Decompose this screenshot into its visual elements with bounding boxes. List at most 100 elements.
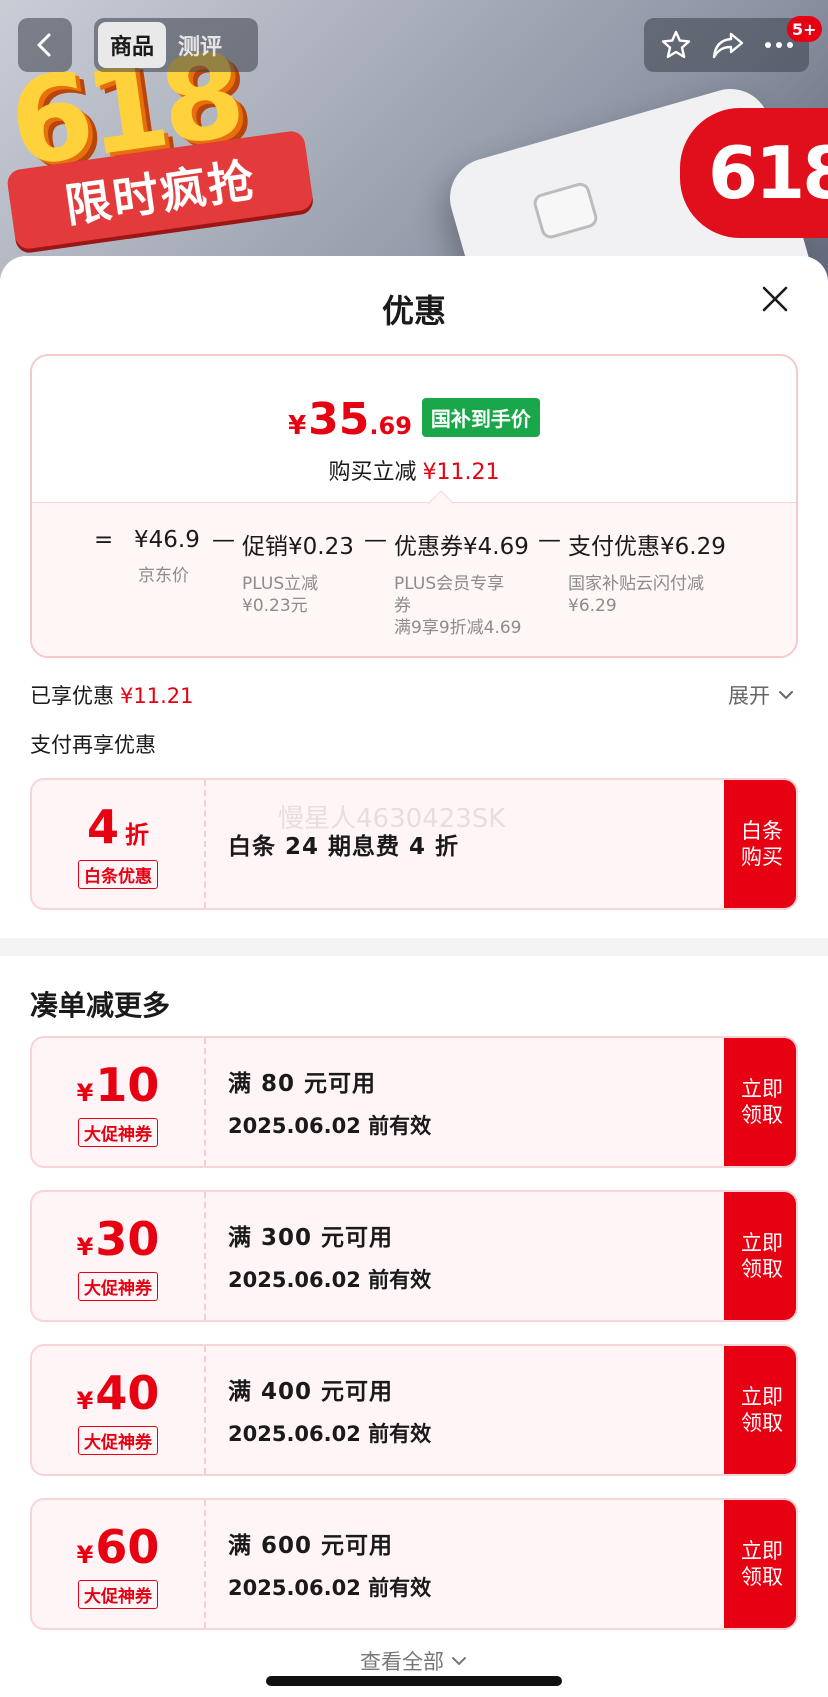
coupon-value: ¥60 大促神券 [32,1500,204,1628]
section-divider [0,938,828,956]
baitiao-buy-button[interactable]: 白条购买 [724,780,796,908]
more-discount-title: 凑单减更多 [30,989,171,1022]
back-button[interactable] [18,18,72,72]
view-all-label: 查看全部 [360,1650,444,1674]
top-toolbar [644,18,809,72]
final-price: ¥ 35 .69 国补到手价 [32,394,796,445]
coupon-divider [204,780,206,908]
formula-item: 促销¥0.23 PLUS立减 ¥0.23元 [242,527,354,617]
price-formula-area: = ¥46.9 京东价 — 促销¥0.23 PLUS立减 ¥0.23元 — 优惠… [32,502,796,656]
reduction-label: 购买立减 [328,460,417,485]
view-all-button[interactable]: 查看全部 [0,1646,828,1676]
claim-coupon-button[interactable]: 立即领取 [724,1192,796,1320]
coupon-detail: 满 600 元可用 2025.06.02 前有效 [228,1500,431,1628]
coupon-value: ¥30 大促神券 [32,1192,204,1320]
formula-value: 支付优惠¥6.29 [568,534,726,560]
coupon-detail: 满 80 元可用 2025.06.02 前有效 [228,1038,431,1166]
coupon-divider [204,1192,206,1320]
coupon-divider [204,1500,206,1628]
coupon-card: ¥10 大促神券 满 80 元可用 2025.06.02 前有效 立即领取 [30,1036,798,1168]
coupon-unit: 折 [125,820,149,849]
tab-product[interactable]: 商品 [98,22,167,68]
formula-desc: ¥6.29 [568,596,617,616]
coupon-label: 大促神券 [78,1579,158,1609]
coupon-label: 大促神券 [78,1271,158,1301]
coupon-value: 4折 白条优惠 [32,780,204,908]
enjoyed-value: ¥11.21 [120,684,194,708]
coupon-label: 白条优惠 [78,859,158,889]
formula-desc: 满9享9折减4.69 [394,618,522,638]
formula-desc: 京东价 [138,566,189,586]
final-price-area: ¥ 35 .69 国补到手价 购买立减 ¥11.21 [32,356,796,502]
price-currency: ¥ [288,411,307,441]
coupon-condition: 满 300 元可用 [228,1225,394,1251]
coupon-currency: ¥ [76,1232,94,1261]
watermark: 慢星人4630423SK [278,804,506,834]
product-hero-image: 618 限时疯抢 618 商品 测评 5+ [0,0,828,300]
close-icon[interactable] [758,282,792,316]
star-icon[interactable] [660,29,692,61]
coupon-validity: 2025.06.02 前有效 [228,1114,432,1138]
sheet-title: 优惠 [381,292,446,330]
formula-value: ¥46.9 [134,527,200,553]
product-tabs: 商品 测评 [94,18,258,72]
coupon-amount: 40 [95,1365,160,1420]
formula-item: ¥46.9 京东价 [134,527,200,587]
coupon-currency: ¥ [76,1540,94,1569]
coupon-amount: 60 [95,1519,160,1574]
coupon-detail: 满 300 元可用 2025.06.02 前有效 [228,1192,431,1320]
claim-coupon-button[interactable]: 立即领取 [724,1346,796,1474]
formula-equals: = [94,527,114,553]
coupon-card: ¥30 大促神券 满 300 元可用 2025.06.02 前有效 立即领取 [30,1190,798,1322]
coupon-value: ¥40 大促神券 [32,1346,204,1474]
formula-desc: 券 [394,596,411,616]
formula-desc: PLUS会员专享 [394,574,505,594]
formula-desc: PLUS立减 [242,574,319,594]
reduction-value: ¥11.21 [422,460,500,485]
purchase-reduction: 购买立减 ¥11.21 [32,454,796,486]
expand-label: 展开 [728,684,770,708]
more-icon[interactable] [764,41,794,49]
product-button-shape [531,180,600,241]
coupon-currency: ¥ [76,1078,94,1107]
chevron-down-icon [779,691,793,700]
formula-desc: 国家补贴云闪付减 [568,574,704,594]
home-indicator[interactable] [266,1676,562,1686]
coupon-currency: ¥ [76,1386,94,1415]
formula-minus: — [364,527,387,553]
discount-sheet: 优惠 ¥ 35 .69 国补到手价 购买立减 ¥11.21 = ¥46.9 京东价 [0,256,828,1697]
coupon-value: ¥10 大促神券 [32,1038,204,1166]
coupon-card: ¥40 大促神券 满 400 元可用 2025.06.02 前有效 立即领取 [30,1344,798,1476]
formula-item: 优惠券¥4.69 PLUS会员专享 券 满9享9折减4.69 [394,527,529,639]
price-integer: 35 [308,394,370,445]
coupon-condition: 满 80 元可用 [228,1071,377,1097]
formula-value: 优惠券¥4.69 [394,534,529,560]
formula-value: 促销¥0.23 [242,534,354,560]
coupon-condition: 满 600 元可用 [228,1533,394,1559]
coupon-detail: 满 400 元可用 2025.06.02 前有效 [228,1346,431,1474]
coupon-divider [204,1346,206,1474]
coupon-divider [204,1038,206,1166]
price-decimal: .69 [369,412,412,440]
coupon-card: ¥60 大促神券 满 600 元可用 2025.06.02 前有效 立即领取 [30,1498,798,1630]
subsidy-price-tag: 国补到手价 [421,398,540,437]
enjoyed-discount: 已享优惠 ¥11.21 [30,680,193,710]
coupon-validity: 2025.06.02 前有效 [228,1576,432,1600]
coupon-validity: 2025.06.02 前有效 [228,1422,432,1446]
promo-corner-badge: 618 [680,108,828,238]
coupon-label: 大促神券 [78,1117,158,1147]
coupon-amount: 30 [95,1211,160,1266]
back-icon [37,33,51,57]
tab-review[interactable]: 测评 [166,22,234,68]
price-breakdown-card: ¥ 35 .69 国补到手价 购买立减 ¥11.21 = ¥46.9 京东价 — … [30,354,798,658]
coupon-validity: 2025.06.02 前有效 [228,1268,432,1292]
claim-coupon-button[interactable]: 立即领取 [724,1500,796,1628]
message-count-badge: 5+ [787,16,822,42]
expand-button[interactable]: 展开 [728,680,796,710]
share-icon[interactable] [711,30,745,60]
pay-more-discount-title: 支付再享优惠 [30,733,156,757]
coupon-amount: 10 [95,1057,160,1112]
formula-desc: ¥0.23元 [242,596,308,616]
claim-coupon-button[interactable]: 立即领取 [724,1038,796,1166]
coupon-label: 大促神券 [78,1425,158,1455]
